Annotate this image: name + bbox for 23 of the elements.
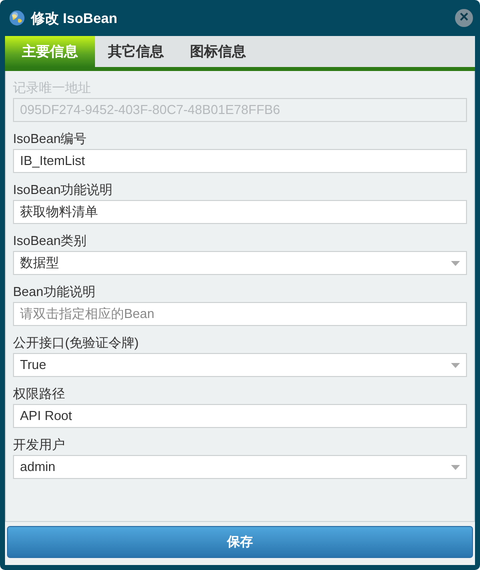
- dropdown[interactable]: True: [13, 353, 467, 377]
- caret-icon: [451, 464, 460, 470]
- window-title: 修改 IsoBean: [31, 8, 118, 28]
- input-field[interactable]: API Root: [13, 404, 467, 428]
- field-label: 权限路径: [13, 385, 66, 403]
- close-button[interactable]: ×: [455, 9, 473, 27]
- field-label: IsoBean编号: [13, 130, 88, 148]
- field-label: Bean功能说明: [13, 283, 96, 301]
- globe-icon: [9, 10, 25, 26]
- input-field[interactable]: IB_ItemList: [13, 149, 467, 173]
- input-field[interactable]: 获取物料清单: [13, 200, 467, 224]
- caret-icon: [451, 362, 460, 368]
- save-button[interactable]: 保存: [7, 526, 473, 558]
- tab[interactable]: 其它信息: [95, 36, 177, 67]
- dropdown[interactable]: admin: [13, 455, 467, 479]
- field-label: 开发用户: [13, 436, 66, 454]
- caret-icon: [451, 260, 460, 266]
- field-label: IsoBean功能说明: [13, 181, 114, 199]
- dropdown[interactable]: 数据型: [13, 251, 467, 275]
- input-field[interactable]: 请双击指定相应的Bean: [13, 302, 467, 326]
- field-label: 公开接口(免验证令牌): [13, 334, 140, 352]
- tab[interactable]: 图标信息: [177, 36, 259, 67]
- field-label: IsoBean类别: [13, 232, 88, 250]
